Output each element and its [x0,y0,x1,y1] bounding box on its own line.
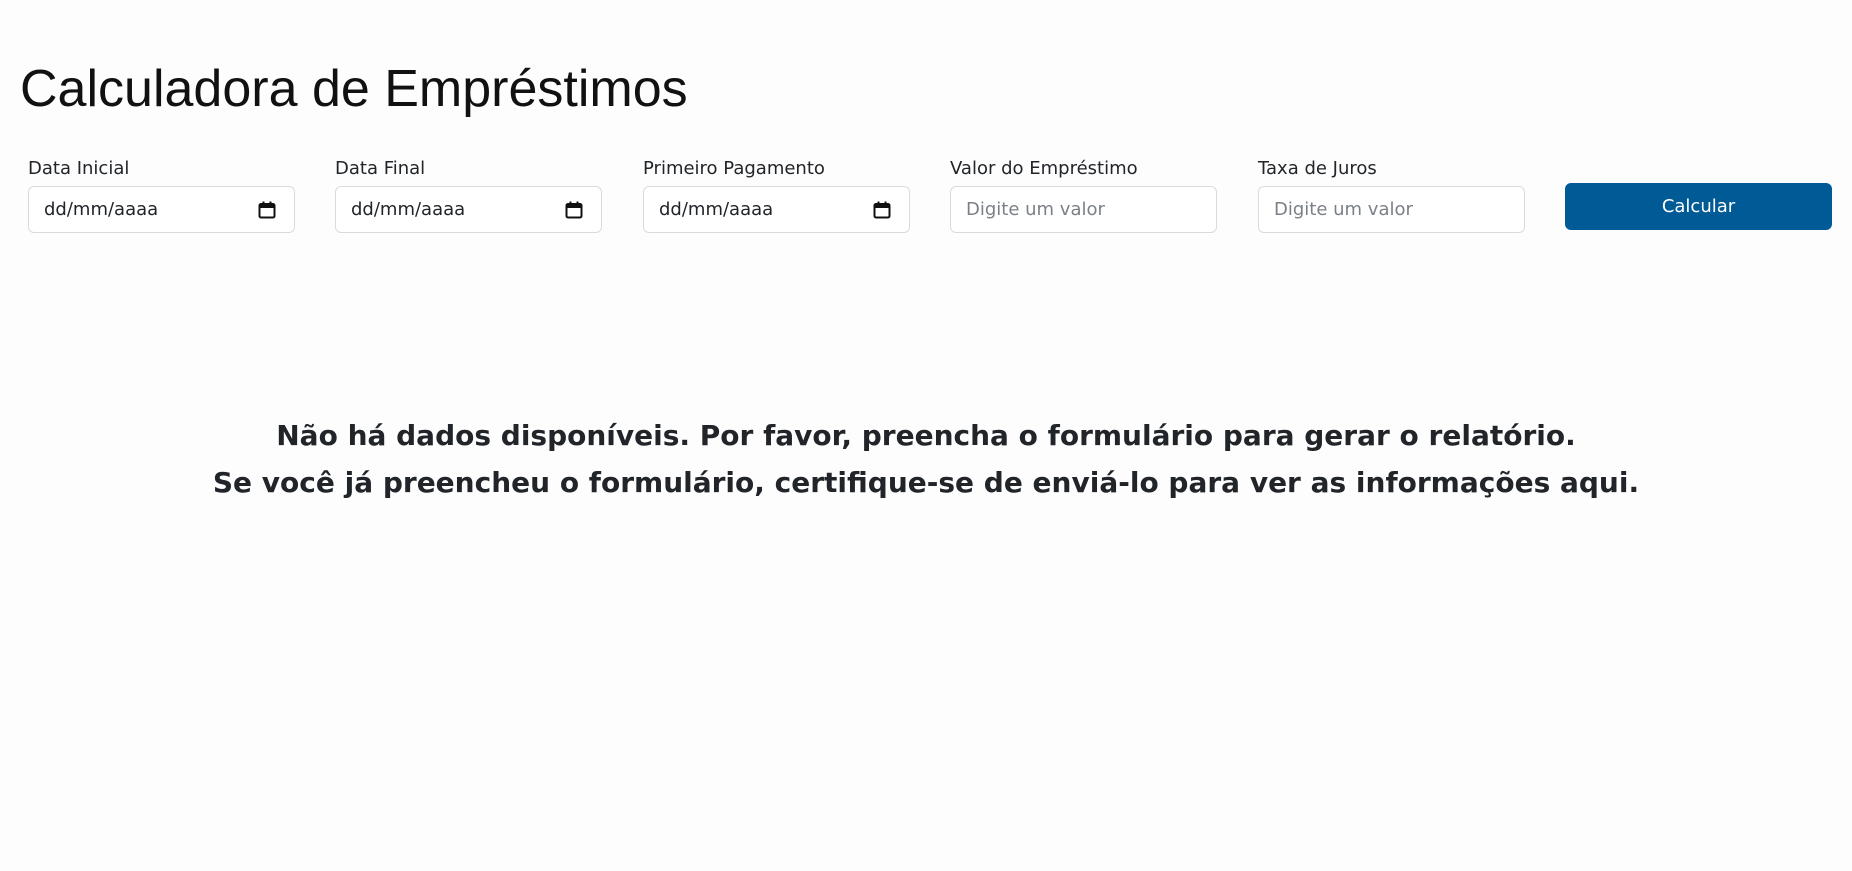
first-payment-field: Primeiro Pagamento dd/mm/aaaa [643,156,910,233]
end-date-field: Data Final dd/mm/aaaa [335,156,602,233]
loan-form: Data Inicial dd/mm/aaaa Data Final dd/mm… [28,156,1833,236]
end-date-input[interactable]: dd/mm/aaaa [335,186,602,233]
calendar-icon[interactable] [873,201,891,219]
start-date-value: dd/mm/aaaa [44,199,159,220]
loan-amount-input[interactable] [950,186,1217,233]
page-title: Calculadora de Empréstimos [20,60,688,118]
first-payment-value: dd/mm/aaaa [659,199,774,220]
end-date-value: dd/mm/aaaa [351,199,466,220]
empty-state-line-2: Se você já preencheu o formulário, certi… [212,466,1640,499]
start-date-label: Data Inicial [28,158,130,179]
end-date-label: Data Final [335,158,426,179]
calendar-icon[interactable] [565,201,583,219]
calendar-icon[interactable] [258,201,276,219]
start-date-input[interactable]: dd/mm/aaaa [28,186,295,233]
interest-rate-label: Taxa de Juros [1258,158,1377,179]
first-payment-input[interactable]: dd/mm/aaaa [643,186,910,233]
calculate-button[interactable]: Calcular [1565,183,1832,230]
loan-amount-field: Valor do Empréstimo [950,156,1217,233]
interest-rate-field: Taxa de Juros [1258,156,1525,233]
empty-state-message: Não há dados disponíveis. Por favor, pre… [0,412,1852,506]
interest-rate-input[interactable] [1258,186,1525,233]
first-payment-label: Primeiro Pagamento [643,158,825,179]
empty-state-line-1: Não há dados disponíveis. Por favor, pre… [276,419,1576,452]
loan-amount-label: Valor do Empréstimo [950,158,1138,179]
start-date-field: Data Inicial dd/mm/aaaa [28,156,295,233]
